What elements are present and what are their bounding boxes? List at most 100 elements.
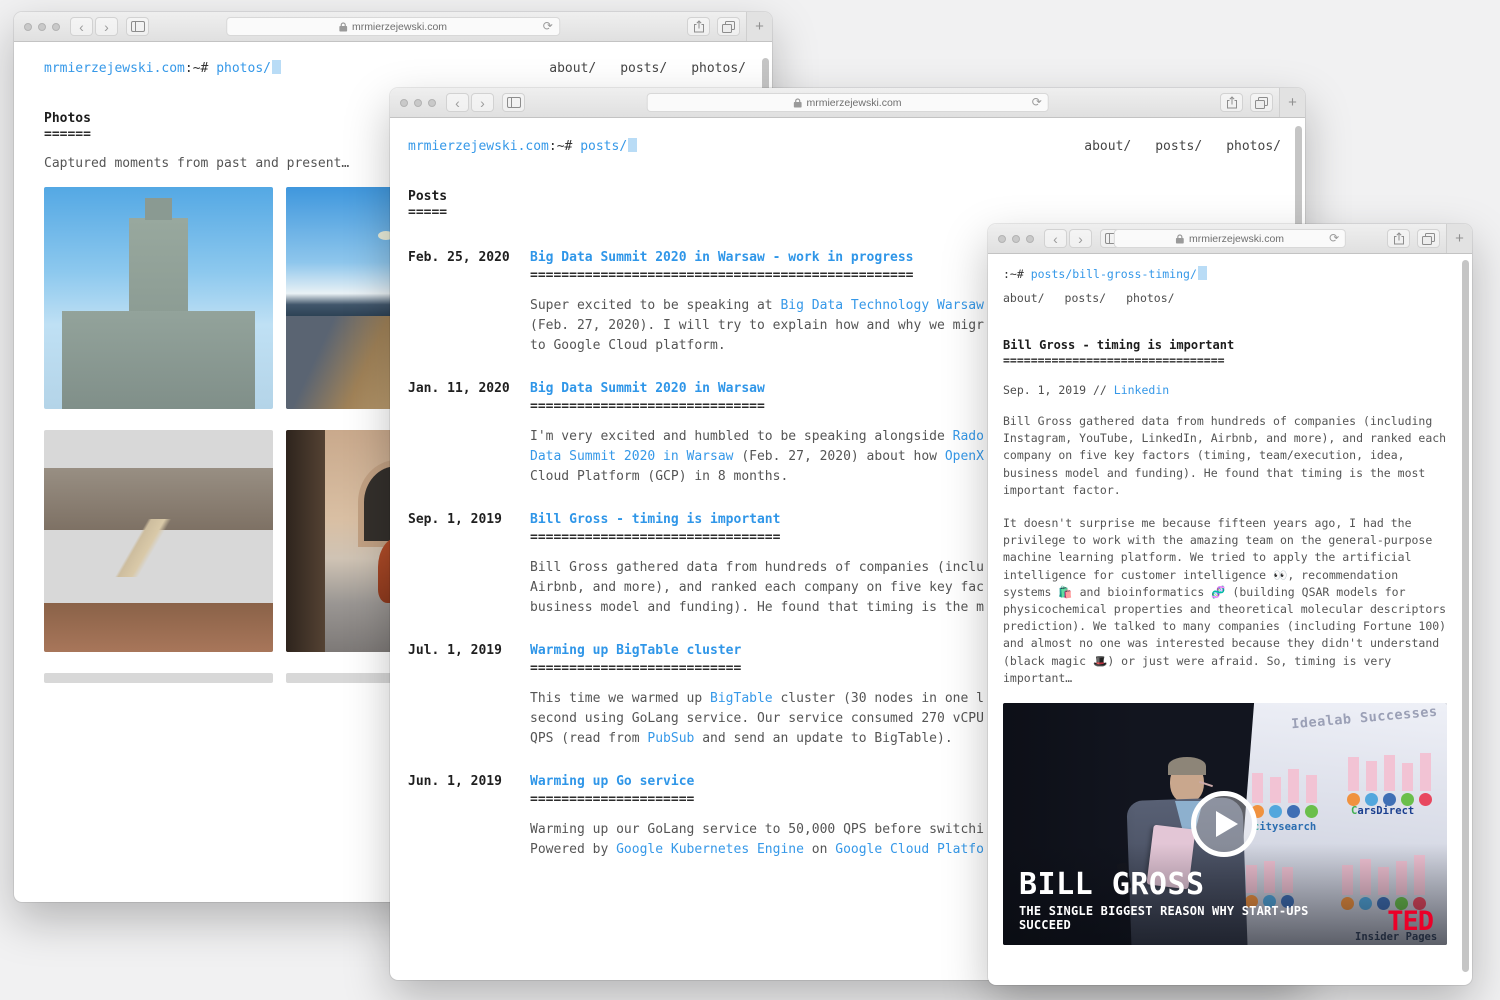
refresh-icon[interactable]: ⟳ — [1329, 231, 1339, 245]
video-thumbnail[interactable]: Idealab Successes citysearch CarsDirect … — [1003, 703, 1447, 945]
tabs-button[interactable] — [717, 17, 740, 36]
paragraph-line: Instagram, YouTube, LinkedIn, Airbnb, an… — [1003, 430, 1458, 447]
post-date: Sep. 1, 2019 // — [1003, 383, 1114, 397]
address-bar[interactable]: mrmierzejewski.com ⟳ — [646, 93, 1049, 112]
new-tab-button[interactable]: + — [746, 12, 772, 41]
sidebar-icon — [131, 21, 145, 32]
url-text: mrmierzejewski.com — [806, 97, 901, 109]
terminal-cursor — [1198, 266, 1207, 280]
new-tab-button[interactable]: + — [1279, 88, 1305, 117]
sidebar-button[interactable] — [502, 93, 525, 112]
post-title: Bill Gross - timing is important — [1003, 337, 1458, 353]
excerpt-text: business model and funding). He found th… — [530, 600, 984, 615]
share-button[interactable] — [1220, 93, 1243, 112]
inline-link[interactable]: Rado — [953, 429, 984, 444]
paragraph-line: company on five key factors (timing, tea… — [1003, 447, 1458, 464]
post-page: :~# posts/bill-gross-timing/ about/posts… — [988, 254, 1472, 945]
photo-palace-of-culture-warsaw[interactable] — [44, 187, 273, 409]
refresh-icon[interactable]: ⟳ — [1032, 95, 1042, 109]
url-text: mrmierzejewski.com — [352, 21, 447, 33]
nav-link-about[interactable]: about/ — [1003, 291, 1045, 305]
window-controls — [998, 235, 1034, 243]
scrollbar[interactable] — [1462, 260, 1469, 972]
nav-link-posts[interactable]: posts/ — [1065, 291, 1107, 305]
forward-button[interactable]: › — [471, 93, 494, 112]
post-date: Feb. 25, 2020 — [408, 248, 530, 356]
post-title-link[interactable]: Bill Gross - timing is important — [530, 510, 780, 530]
paragraph-line: privilege to work with the amazing team … — [1003, 532, 1458, 549]
window-controls — [400, 99, 436, 107]
share-button[interactable] — [687, 17, 710, 36]
address-bar[interactable]: mrmierzejewski.com⟳ — [1114, 229, 1346, 248]
back-button[interactable]: ‹ — [70, 17, 93, 36]
post-date: Jan. 11, 2020 — [408, 379, 530, 487]
excerpt-text: Warming up our GoLang service to 50,000 … — [530, 822, 984, 837]
sidebar-button[interactable] — [126, 17, 149, 36]
site-nav: about/posts/photos/ — [1003, 291, 1458, 305]
minimize-button[interactable] — [38, 23, 46, 31]
minimize-button[interactable] — [1012, 235, 1020, 243]
excerpt-text: cluster (30 nodes in one l — [773, 691, 984, 706]
inline-link[interactable]: OpenX — [945, 449, 984, 464]
zoom-button[interactable] — [428, 99, 436, 107]
nav-link-photos[interactable]: photos/ — [1226, 139, 1281, 154]
nav-link-about[interactable]: about/ — [549, 61, 596, 76]
zoom-button[interactable] — [1026, 235, 1034, 243]
linkedin-link[interactable]: Linkedin — [1114, 383, 1169, 397]
tabs-icon — [1422, 233, 1435, 245]
excerpt-text: Powered by — [530, 842, 616, 857]
post-title-link[interactable]: Warming up Go service — [530, 772, 694, 792]
post-title-link[interactable]: Warming up BigTable cluster — [530, 641, 741, 661]
inline-link[interactable]: Big Data Technology Warsaw — [780, 298, 984, 313]
inline-link[interactable]: Google Cloud Platfo — [835, 842, 984, 857]
nav-link-photos[interactable]: photos/ — [1126, 291, 1174, 305]
tabs-button[interactable] — [1417, 229, 1440, 248]
tabs-button[interactable] — [1250, 93, 1273, 112]
host-link[interactable]: mrmierzejewski.com — [44, 61, 185, 76]
back-button[interactable]: ‹ — [446, 93, 469, 112]
minimize-button[interactable] — [414, 99, 422, 107]
new-tab-button[interactable]: + — [1446, 224, 1472, 253]
current-path-link[interactable]: photos/ — [216, 61, 271, 76]
post-title-link[interactable]: Big Data Summit 2020 in Warsaw — [530, 379, 765, 399]
video-talk-title: THE SINGLE BIGGEST REASON WHY START-UPSS… — [1019, 905, 1309, 933]
inline-link[interactable]: PubSub — [647, 731, 694, 746]
post-title-link[interactable]: Big Data Summit 2020 in Warsaw - work in… — [530, 248, 914, 268]
refresh-icon[interactable]: ⟳ — [543, 19, 553, 33]
inline-link[interactable]: Data Summit 2020 in Warsaw — [530, 449, 734, 464]
page-title: Posts — [408, 188, 1281, 205]
paragraph-line: prediction). We talked to many companies… — [1003, 618, 1458, 635]
back-button[interactable]: ‹ — [1044, 229, 1067, 248]
video-speaker-name: BILL GROSS — [1019, 870, 1309, 900]
play-button[interactable] — [1191, 791, 1257, 857]
forward-button[interactable]: › — [95, 17, 118, 36]
browser-toolbar: ‹› mrmierzejewski.com⟳ + — [988, 224, 1472, 254]
tabs-icon — [1255, 97, 1268, 109]
forward-button[interactable]: › — [1069, 229, 1092, 248]
page-title-underline: ===== — [408, 205, 1281, 220]
share-icon — [1393, 232, 1405, 245]
terminal-prompt: mrmierzejewski.com:~# posts/ — [408, 138, 637, 154]
inline-link[interactable]: Google Kubernetes Engine — [616, 842, 804, 857]
zoom-button[interactable] — [52, 23, 60, 31]
share-button[interactable] — [1387, 229, 1410, 248]
share-icon — [693, 20, 705, 33]
close-button[interactable] — [24, 23, 32, 31]
nav-link-photos[interactable]: photos/ — [691, 61, 746, 76]
nav-link-posts[interactable]: posts/ — [1155, 139, 1202, 154]
host-link[interactable]: mrmierzejewski.com — [408, 139, 549, 154]
inline-link[interactable]: BigTable — [710, 691, 773, 706]
excerpt-text: I'm very excited and humbled to be speak… — [530, 429, 953, 444]
photo-canyon-river[interactable] — [44, 430, 273, 652]
paragraph-line: physicochemical properties and theoretic… — [1003, 601, 1458, 618]
site-nav: about/posts/photos/ — [549, 61, 746, 76]
close-button[interactable] — [998, 235, 1006, 243]
current-path-link[interactable]: posts/bill-gross-timing/ — [1031, 267, 1197, 281]
nav-link-about[interactable]: about/ — [1084, 139, 1131, 154]
post-paragraph: Bill Gross gathered data from hundreds o… — [1003, 413, 1458, 499]
nav-link-posts[interactable]: posts/ — [620, 61, 667, 76]
close-button[interactable] — [400, 99, 408, 107]
address-bar[interactable]: mrmierzejewski.com ⟳ — [226, 17, 560, 36]
excerpt-text: to Google Cloud platform. — [530, 338, 726, 353]
current-path-link[interactable]: posts/ — [580, 139, 627, 154]
